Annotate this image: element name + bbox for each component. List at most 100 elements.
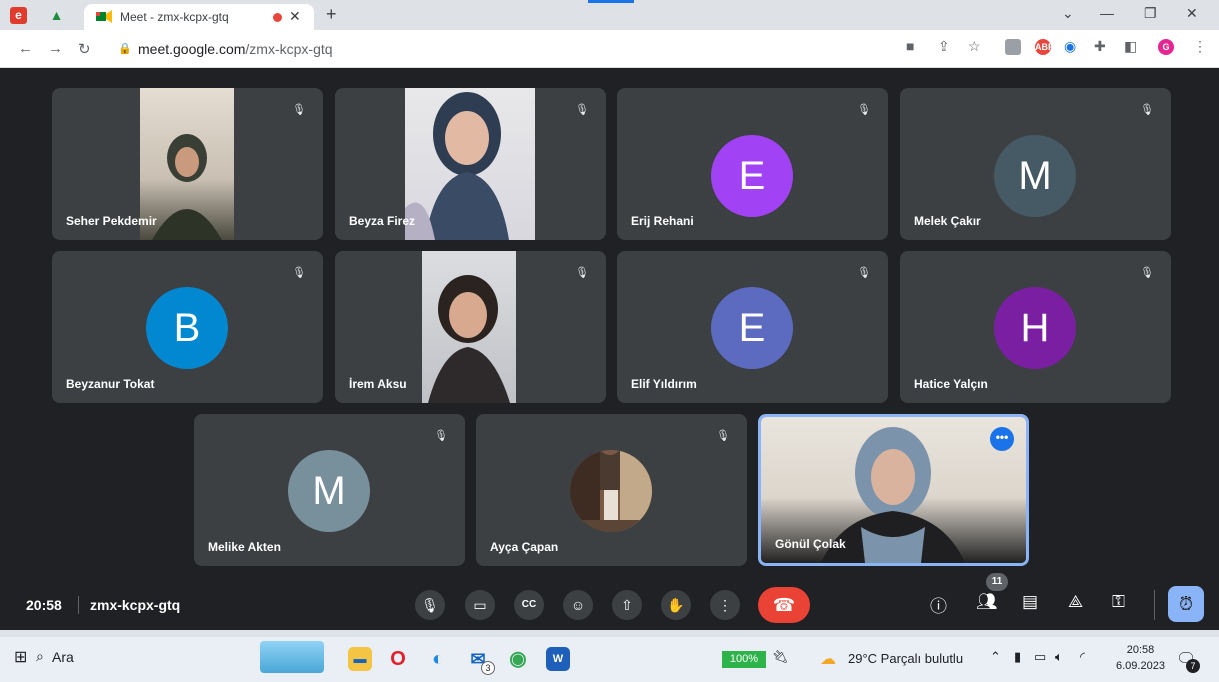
meeting-info-icon[interactable]: ⓘ (930, 592, 947, 617)
show-hidden-icons-icon[interactable]: ⌃ (990, 649, 1001, 665)
participant-tile[interactable]: 🎙︎ Seher Pekdemir (52, 88, 323, 240)
avatar: M (288, 450, 370, 532)
clock-date: 6.09.2023 (1116, 660, 1165, 672)
windows-start-icon[interactable]: ⊞ (14, 647, 27, 667)
raise-hand-button[interactable]: ✋ (661, 590, 691, 620)
mic-off-icon: 🎙︎ (572, 263, 592, 283)
participant-tile[interactable]: H 🎙︎ Hatice Yalçın (900, 251, 1171, 403)
usb-icon[interactable]: ▮ (1014, 649, 1021, 665)
camera-button[interactable]: ▭ (465, 590, 495, 620)
participant-tile[interactable]: 🎙︎ Ayça Çapan (476, 414, 747, 566)
address-bar: ← → ↻ 🔒 meet.google.com/zmx-kcpx-gtq ■ ⇪… (0, 30, 1219, 68)
participant-name: Melike Akten (208, 540, 281, 554)
weather-icon[interactable]: ☁ (820, 649, 836, 669)
participant-tile[interactable]: 🎙︎ İrem Aksu (335, 251, 606, 403)
divider (78, 596, 79, 614)
power-icon[interactable]: 🔌︎ (772, 649, 789, 665)
emoji-reaction-button[interactable]: ☺ (563, 590, 593, 620)
present-screen-button[interactable]: ⇧ (612, 590, 642, 620)
profile-avatar[interactable]: G (1158, 39, 1174, 55)
battery-icon[interactable]: ▭ (1034, 649, 1046, 665)
widgets-icon[interactable] (260, 641, 324, 673)
participant-tile[interactable]: E 🎙︎ Erij Rehani (617, 88, 888, 240)
clock-time: 20:58 (1126, 644, 1155, 656)
tab-search-chevron-icon[interactable]: ⌄ (1062, 5, 1074, 22)
share-icon[interactable]: ⇪ (938, 38, 950, 55)
opera-icon[interactable]: O (386, 647, 410, 671)
new-tab-button[interactable]: + (326, 4, 337, 25)
taskbar-edge (0, 630, 1219, 637)
pinned-tab-e-icon[interactable]: e (10, 7, 27, 24)
participant-name: Beyzanur Tokat (66, 377, 155, 391)
mic-off-icon: 🎙︎ (1137, 100, 1157, 120)
tab-title: Meet - zmx-kcpx-gtq (120, 10, 229, 24)
meet-favicon-icon (96, 10, 112, 23)
more-options-button[interactable]: ••• (990, 427, 1014, 451)
side-panel-icon[interactable]: ◧ (1124, 38, 1137, 55)
screen-record-icon[interactable]: ◉ (1064, 38, 1076, 55)
weather-description: Parçalı bulutlu (880, 651, 964, 666)
participant-video (405, 88, 535, 240)
people-icon[interactable]: 👥︎ (976, 592, 998, 612)
extensions-puzzle-icon[interactable]: ✚ (1094, 38, 1106, 55)
file-explorer-icon[interactable]: ▬ (348, 647, 372, 671)
meet-control-bar: 20:58 zmx-kcpx-gtq 🎙︎ ▭ CC ☺ ⇧ ✋ ⋮ ☎ ⓘ 1… (0, 573, 1219, 630)
participant-name: Beyza Firez (349, 214, 416, 228)
word-icon[interactable]: W (546, 647, 570, 671)
bookmark-star-icon[interactable]: ☆ (968, 38, 981, 55)
participant-video (422, 251, 516, 403)
leave-call-button[interactable]: ☎ (758, 587, 810, 623)
participant-tile[interactable]: M 🎙︎ Melek Çakır (900, 88, 1171, 240)
search-icon[interactable]: ⌕ (36, 648, 44, 665)
participant-tile[interactable]: E 🎙︎ Elif Yıldırım (617, 251, 888, 403)
chat-icon[interactable]: ▤ (1022, 592, 1038, 612)
recording-indicator-icon (273, 13, 282, 22)
browser-menu-icon[interactable]: ⋮ (1193, 38, 1207, 55)
chrome-icon[interactable]: ◉ (506, 647, 530, 671)
reload-button[interactable]: ↻ (78, 40, 91, 58)
wifi-icon[interactable]: ◜ (1080, 649, 1085, 665)
tab-meet[interactable]: Meet - zmx-kcpx-gtq ✕ (84, 4, 314, 30)
microphone-button[interactable]: 🎙︎ (415, 590, 445, 620)
timer-button[interactable]: ⏰︎ (1168, 586, 1204, 622)
participant-name: Melek Çakır (914, 214, 981, 228)
mic-off-icon: 🎙︎ (289, 263, 309, 283)
mic-off-icon: 🎙︎ (854, 100, 874, 120)
mic-off-icon: 🎙︎ (854, 263, 874, 283)
captions-button[interactable]: CC (514, 590, 544, 620)
host-controls-icon[interactable]: ⚿ (1112, 592, 1125, 612)
temperature: 29°C (848, 651, 878, 666)
meet-participant-grid: 🎙︎ Seher Pekdemir 🎙︎ Beyza Firez E 🎙︎ Er… (0, 68, 1219, 580)
participant-tile[interactable]: 🎙︎ Beyza Firez (335, 88, 606, 240)
url-text: meet.google.com/zmx-kcpx-gtq (138, 41, 333, 57)
weather-text[interactable]: 29°C Parçalı bulutlu (848, 651, 963, 666)
extension-icon[interactable] (1005, 39, 1021, 55)
taskbar-search-label[interactable]: Ara (52, 649, 74, 665)
participant-count-badge: 11 (986, 573, 1008, 591)
omnibox[interactable]: 🔒 meet.google.com/zmx-kcpx-gtq (108, 36, 998, 62)
taskbar-clock[interactable]: 20:58 6.09.2023 (1116, 642, 1165, 674)
battery-indicator[interactable]: 100% (722, 651, 766, 668)
lock-icon: 🔒 (118, 43, 132, 55)
minimize-button[interactable]: — (1100, 5, 1114, 21)
volume-icon[interactable]: 🔈︎ (1055, 649, 1063, 665)
participant-tile[interactable]: B 🎙︎ Beyzanur Tokat (52, 251, 323, 403)
camera-indicator-icon[interactable]: ■ (906, 38, 914, 54)
edge-icon[interactable]: ◐ (426, 647, 450, 671)
pinned-tab-drive-icon[interactable]: ▲ (48, 7, 65, 24)
participant-tile-self[interactable]: ••• Gönül Çolak (758, 414, 1029, 566)
adblock-icon[interactable]: ABP (1035, 39, 1054, 55)
mic-off-icon: 🎙︎ (289, 100, 309, 120)
tab-close-icon[interactable]: ✕ (289, 8, 301, 25)
avatar: M (994, 135, 1076, 217)
close-window-button[interactable]: ✕ (1186, 5, 1198, 22)
back-button[interactable]: ← (18, 40, 33, 57)
participant-tile[interactable]: M 🎙︎ Melike Akten (194, 414, 465, 566)
more-options-button[interactable]: ⋮ (710, 590, 740, 620)
restore-button[interactable]: ❐ (1144, 5, 1157, 22)
activities-icon[interactable]: ⟁ (1068, 592, 1083, 612)
participant-name: Hatice Yalçın (914, 377, 988, 391)
notification-badge: 7 (1186, 659, 1200, 673)
avatar: B (146, 287, 228, 369)
forward-button[interactable]: → (48, 40, 63, 57)
